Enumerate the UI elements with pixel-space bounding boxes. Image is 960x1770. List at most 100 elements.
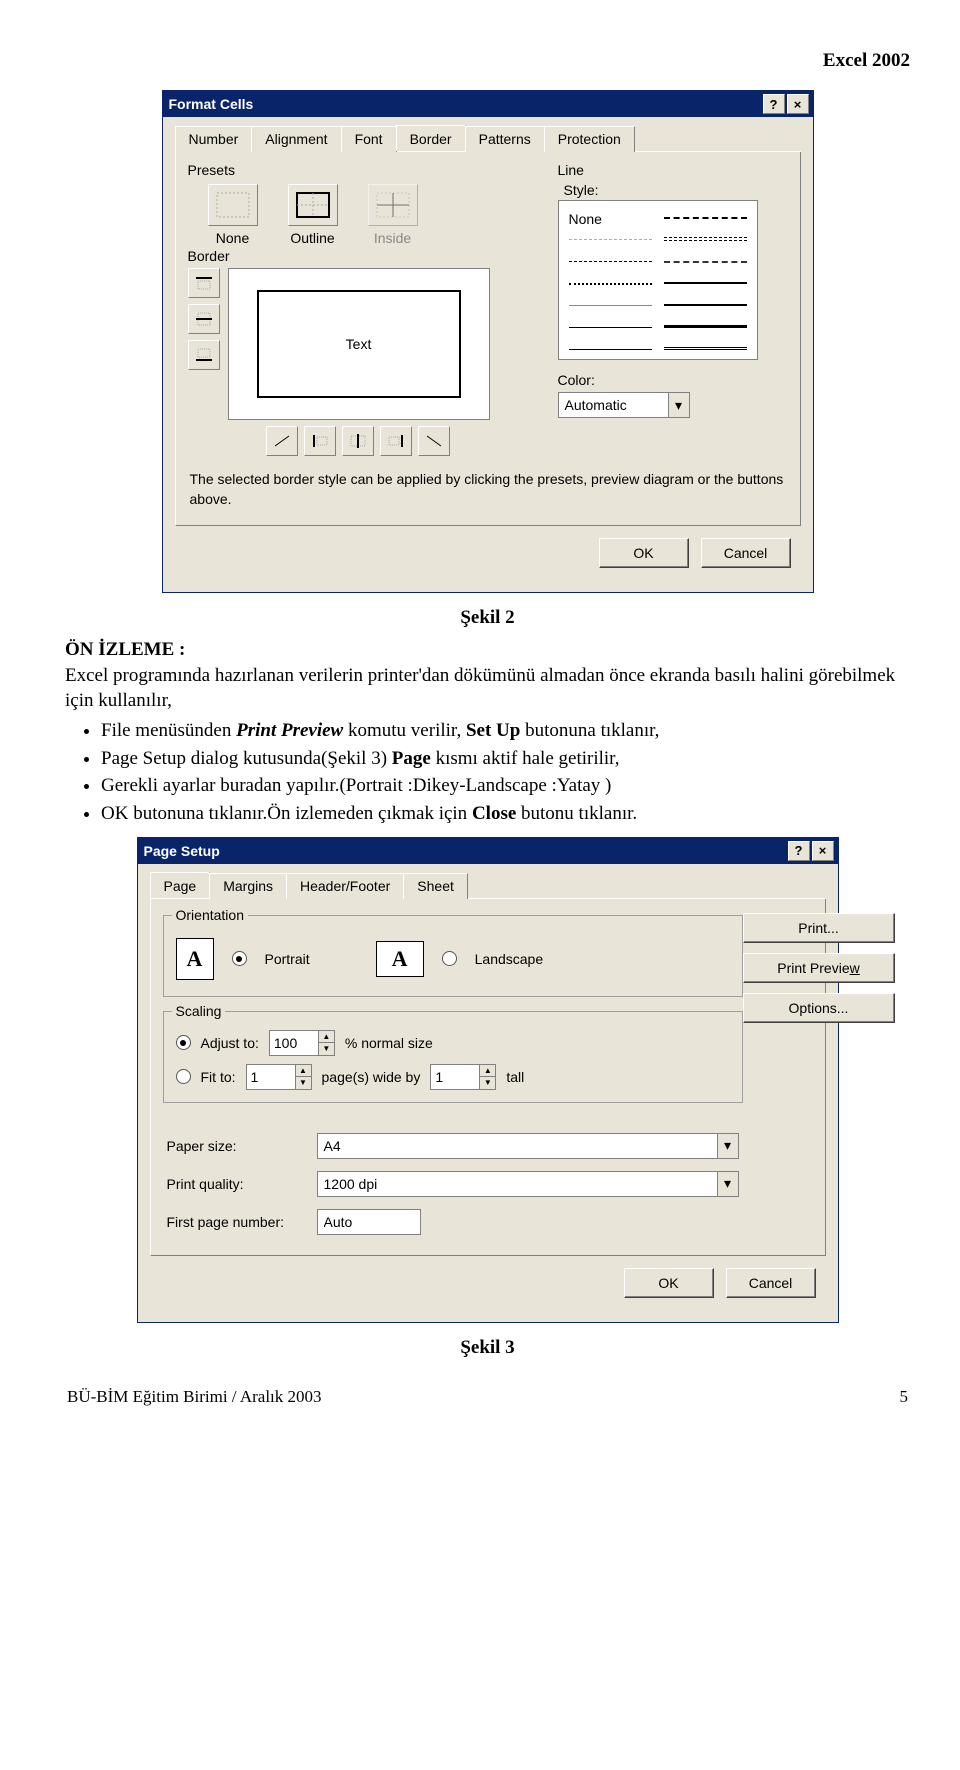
style-option[interactable]: [569, 261, 652, 271]
style-none-option[interactable]: None: [569, 211, 652, 227]
fit-width-spinner[interactable]: ▲▼: [246, 1064, 312, 1090]
tab-patterns[interactable]: Patterns: [465, 126, 545, 152]
landscape-label: Landscape: [475, 951, 544, 967]
print-quality-dropdown[interactable]: 1200 dpi ▾: [317, 1171, 739, 1197]
portrait-icon: [176, 938, 214, 980]
border-preview[interactable]: Text: [228, 268, 490, 420]
border-bottom-button[interactable]: [188, 340, 220, 370]
fit-width-input[interactable]: [247, 1069, 295, 1085]
spin-up-icon[interactable]: ▲: [480, 1065, 495, 1078]
bullet-list: File menüsünden Print Preview komutu ver…: [65, 718, 910, 827]
fit-to-label: Fit to:: [201, 1069, 236, 1085]
tab-header-footer[interactable]: Header/Footer: [286, 873, 404, 899]
border-section-label: Border: [188, 248, 558, 264]
cancel-button[interactable]: Cancel: [726, 1268, 816, 1298]
spin-down-icon[interactable]: ▼: [319, 1043, 334, 1055]
figure-caption-2: Şekil 3: [65, 1337, 910, 1359]
style-option[interactable]: [569, 327, 652, 337]
spin-up-icon[interactable]: ▲: [296, 1065, 311, 1078]
format-cells-title: Format Cells: [169, 96, 254, 112]
ok-button[interactable]: OK: [624, 1268, 714, 1298]
print-button[interactable]: Print...: [743, 913, 895, 943]
format-cells-titlebar: Format Cells ? ×: [163, 91, 813, 117]
page-setup-dialog: Page Setup ? × Page Margins Header/Foote…: [137, 837, 839, 1323]
first-page-input[interactable]: [317, 1209, 421, 1235]
tab-number[interactable]: Number: [175, 126, 253, 152]
help-icon[interactable]: ?: [763, 94, 785, 114]
style-option[interactable]: [664, 347, 747, 359]
tab-border[interactable]: Border: [396, 125, 466, 151]
border-hint-text: The selected border style can be applied…: [190, 470, 786, 509]
border-diag-down-button[interactable]: [418, 426, 450, 456]
list-item: Gerekli ayarlar buradan yapılır.(Portrai…: [101, 773, 910, 799]
fit-height-spinner[interactable]: ▲▼: [430, 1064, 496, 1090]
spin-down-icon[interactable]: ▼: [480, 1077, 495, 1089]
print-preview-button[interactable]: Print Preview: [743, 953, 895, 983]
tab-page[interactable]: Page: [150, 872, 211, 898]
t: butonuna tıklanır,: [520, 720, 659, 741]
options-button[interactable]: Options...: [743, 993, 895, 1023]
doc-header: Excel 2002: [65, 50, 910, 72]
close-icon[interactable]: ×: [787, 94, 809, 114]
style-option[interactable]: [664, 304, 747, 315]
landscape-icon: [376, 941, 424, 977]
chevron-down-icon[interactable]: ▾: [717, 1172, 738, 1196]
border-middle-h-button[interactable]: [188, 304, 220, 334]
t: OK butonuna tıklanır.Ön izlemeden çıkmak…: [101, 803, 472, 824]
style-label: Style:: [564, 182, 788, 198]
tab-font[interactable]: Font: [341, 126, 397, 152]
adjust-to-input[interactable]: [270, 1035, 318, 1051]
style-option[interactable]: [664, 261, 747, 271]
page-setup-title: Page Setup: [144, 843, 220, 859]
chevron-down-icon[interactable]: ▾: [668, 393, 689, 417]
preset-inside-button[interactable]: [368, 184, 418, 226]
paper-size-dropdown[interactable]: A4 ▾: [317, 1133, 739, 1159]
style-option[interactable]: [569, 283, 652, 293]
tab-sheet[interactable]: Sheet: [403, 873, 468, 899]
tab-protection[interactable]: Protection: [544, 126, 635, 152]
fit-to-radio[interactable]: [176, 1069, 191, 1084]
color-value: Automatic: [559, 397, 668, 413]
spin-up-icon[interactable]: ▲: [319, 1031, 334, 1044]
tab-margins[interactable]: Margins: [209, 873, 287, 899]
portrait-radio[interactable]: [232, 951, 247, 966]
preset-none-button[interactable]: [208, 184, 258, 226]
help-icon[interactable]: ?: [788, 841, 810, 861]
spin-down-icon[interactable]: ▼: [296, 1077, 311, 1089]
preview-text: Text: [346, 336, 372, 352]
line-style-list[interactable]: None: [558, 200, 758, 360]
style-option[interactable]: [664, 217, 747, 227]
preset-inside-label: Inside: [374, 230, 411, 246]
border-middle-v-button[interactable]: [342, 426, 374, 456]
tab-alignment[interactable]: Alignment: [251, 126, 341, 152]
style-option[interactable]: [569, 239, 652, 249]
fit-height-input[interactable]: [431, 1069, 479, 1085]
preset-outline-button[interactable]: [288, 184, 338, 226]
ok-button[interactable]: OK: [599, 538, 689, 568]
adjust-to-radio[interactable]: [176, 1035, 191, 1050]
chevron-down-icon[interactable]: ▾: [717, 1134, 738, 1158]
list-item: Page Setup dialog kutusunda(Şekil 3) Pag…: [101, 746, 910, 772]
style-option[interactable]: [664, 282, 747, 293]
style-option[interactable]: [664, 325, 747, 337]
t: komutu verilir,: [343, 720, 466, 741]
border-left-button[interactable]: [304, 426, 336, 456]
preset-none-label: None: [216, 230, 249, 246]
style-option[interactable]: [569, 349, 652, 359]
cancel-button[interactable]: Cancel: [701, 538, 791, 568]
border-right-button[interactable]: [380, 426, 412, 456]
border-top-button[interactable]: [188, 268, 220, 298]
landscape-radio[interactable]: [442, 951, 457, 966]
fit-mid-label: page(s) wide by: [322, 1069, 421, 1085]
t: Print Preview: [236, 720, 343, 741]
border-diag-up-button[interactable]: [266, 426, 298, 456]
format-cells-dialog: Format Cells ? × Number Alignment Font B…: [162, 90, 814, 593]
t: Page Setup dialog kutusunda(Şekil 3): [101, 748, 392, 769]
color-dropdown[interactable]: Automatic ▾: [558, 392, 690, 418]
fit-suffix: tall: [506, 1069, 524, 1085]
style-option[interactable]: [664, 237, 747, 241]
style-option[interactable]: [569, 305, 652, 315]
close-icon[interactable]: ×: [812, 841, 834, 861]
portrait-label: Portrait: [265, 951, 310, 967]
adjust-to-spinner[interactable]: ▲▼: [269, 1030, 335, 1056]
